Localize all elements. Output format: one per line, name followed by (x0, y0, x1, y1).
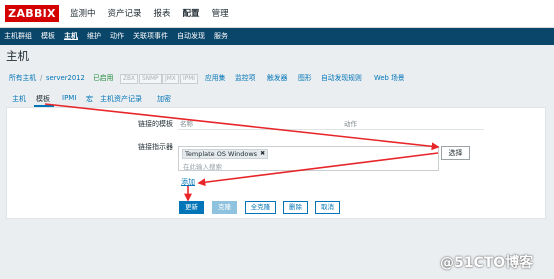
clone-button[interactable]: 克隆 (212, 201, 237, 214)
host-form-tabs: 主机 模板 IPMI 宏 主机资产记录 加密 (0, 91, 554, 107)
update-button[interactable]: 更新 (179, 201, 204, 214)
selected-template-chip: Template OS Windows ✖ (182, 149, 269, 159)
cancel-button[interactable]: 取消 (315, 201, 340, 214)
top-menu-configuration[interactable]: 配置 (183, 0, 200, 28)
remove-template-icon[interactable]: ✖ (260, 150, 265, 158)
select-template-button[interactable]: 选择 (441, 146, 470, 160)
zabbix-logo[interactable]: ZABBIX (5, 5, 59, 22)
tab-macros[interactable]: 宏 (86, 94, 93, 104)
breadcrumb-host-name[interactable]: server2012 (46, 73, 85, 83)
tab-host[interactable]: 主机 (12, 94, 26, 104)
availability-jmx-badge: JMX (162, 74, 179, 84)
sub-menu-discovery[interactable]: 自动发现 (177, 28, 205, 45)
breadcrumb-all-hosts[interactable]: 所有主机 (9, 73, 36, 83)
page-title: 主机 (6, 49, 29, 63)
host-link-applications[interactable]: 应用集 (205, 73, 225, 83)
tab-templates[interactable]: 模板 (36, 94, 50, 104)
breadcrumb-separator: / (40, 74, 43, 82)
top-menu-administration[interactable]: 管理 (212, 0, 229, 28)
host-link-discovery-rules[interactable]: 自动发现规则 (321, 73, 362, 83)
add-template-link[interactable]: 添加 (181, 177, 195, 187)
top-header: ZABBIX 监测中 资产记录 报表 配置 管理 (0, 0, 554, 28)
column-action-header: 动作 (344, 120, 357, 128)
tab-host-inventory[interactable]: 主机资产记录 (100, 94, 142, 104)
tab-ipmi[interactable]: IPMI (62, 94, 76, 102)
tab-encryption[interactable]: 加密 (157, 94, 171, 104)
delete-button[interactable]: 删除 (283, 201, 308, 214)
host-breadcrumb-bar: 所有主机 / server2012 已启用 ZBX SNMP JMX IPMI … (0, 66, 554, 90)
host-link-web-scenarios[interactable]: Web 场景 (374, 73, 405, 83)
linked-templates-table-header: 名称 动作 (178, 117, 484, 130)
sub-menu-bar: 主机群组 模板 主机 维护 动作 关联项事件 自动发现 服务 (0, 28, 554, 45)
zabbix-host-template-page: ZABBIX 监测中 资产记录 报表 配置 管理 主机群组 模板 主机 维护 动… (0, 0, 554, 279)
host-status-enabled[interactable]: 已启用 (93, 73, 113, 83)
sub-menu-services[interactable]: 服务 (214, 28, 228, 45)
sub-menu-event-correlation[interactable]: 关联项事件 (133, 28, 168, 45)
sub-menu: 主机群组 模板 主机 维护 动作 关联项事件 自动发现 服务 (4, 28, 237, 45)
link-indicator-label: 链接指示器 (138, 143, 173, 151)
template-multiselect[interactable]: Template OS Windows ✖ 在此输入搜索 (178, 146, 439, 171)
template-search-input[interactable]: 在此输入搜索 (183, 161, 222, 171)
column-name-header: 名称 (180, 120, 193, 128)
availability-zbx-badge: ZBX (120, 74, 138, 84)
sub-menu-host-groups[interactable]: 主机群组 (4, 28, 32, 45)
sub-menu-templates[interactable]: 模板 (41, 28, 55, 45)
site-watermark: @51CTO博客 (440, 255, 534, 271)
top-menu-monitoring[interactable]: 监测中 (70, 0, 96, 28)
sub-menu-maintenance[interactable]: 维护 (87, 28, 101, 45)
host-link-items[interactable]: 监控项 (235, 73, 255, 83)
top-menu-inventory[interactable]: 资产记录 (108, 0, 142, 28)
host-link-triggers[interactable]: 触发器 (267, 73, 287, 83)
top-menu-reports[interactable]: 报表 (154, 0, 171, 28)
availability-ipmi-badge: IPMI (180, 74, 198, 84)
selected-template-name: Template OS Windows (185, 150, 258, 158)
host-link-graphs[interactable]: 图形 (298, 73, 312, 83)
linked-templates-label: 链接的模板 (138, 120, 173, 128)
sub-menu-hosts[interactable]: 主机 (64, 28, 78, 45)
full-clone-button[interactable]: 全克隆 (245, 201, 276, 214)
sub-menu-actions[interactable]: 动作 (110, 28, 124, 45)
availability-snmp-badge: SNMP (139, 74, 162, 84)
top-menu: 监测中 资产记录 报表 配置 管理 (70, 0, 241, 28)
